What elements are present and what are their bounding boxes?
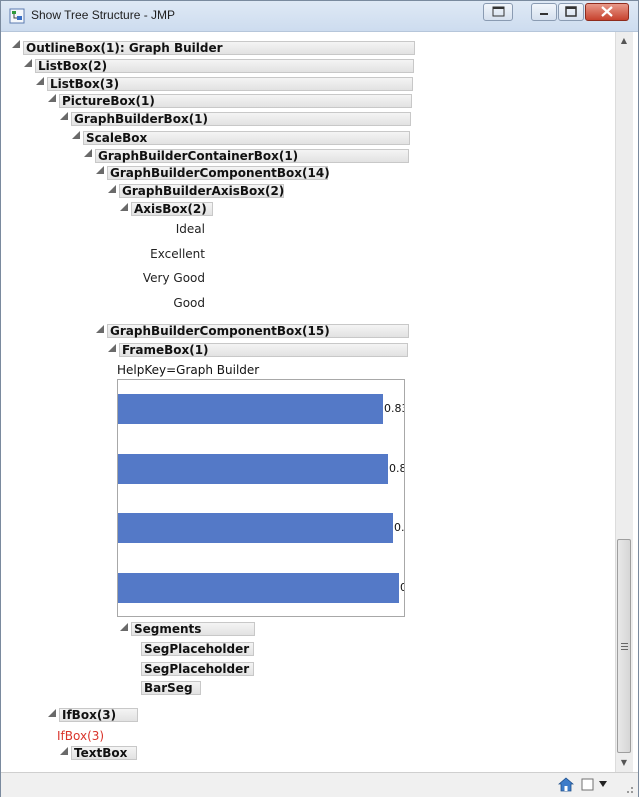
resize-grip-icon[interactable] — [623, 783, 635, 795]
grip-line — [621, 649, 628, 650]
chart-data-label: 0.838 — [384, 402, 404, 415]
disclosure-icon[interactable] — [72, 131, 80, 139]
disclosure-icon[interactable] — [108, 344, 116, 352]
close-button[interactable] — [585, 3, 629, 21]
window-title: Show Tree Structure - JMP — [31, 8, 176, 22]
disclosure-icon[interactable] — [48, 709, 56, 717]
tree-node-segments[interactable]: Segments — [131, 622, 255, 636]
disclosure-icon[interactable] — [36, 77, 44, 85]
dropdown-arrow-icon[interactable] — [598, 780, 608, 788]
axis-box-panel: Ideal Excellent Very Good Good — [129, 217, 211, 317]
title-bar[interactable]: Show Tree Structure - JMP — [1, 1, 638, 32]
grip-line — [621, 646, 628, 647]
disclosure-icon[interactable] — [120, 203, 128, 211]
disclosure-icon[interactable] — [96, 166, 104, 174]
disclosure-icon[interactable] — [96, 325, 104, 333]
window-toggle-icon — [492, 6, 505, 17]
chart-bar — [118, 394, 383, 424]
chart-bar — [118, 454, 388, 484]
tree-node-segplaceholder[interactable]: SegPlaceholder — [141, 662, 254, 676]
chart-data-label: 0.855 — [389, 462, 404, 475]
disclosure-icon[interactable] — [12, 40, 20, 48]
tree-node-segplaceholder[interactable]: SegPlaceholder — [141, 642, 254, 656]
scrollbar-thumb[interactable] — [617, 539, 631, 753]
disclosure-icon[interactable] — [60, 747, 68, 755]
window: Show Tree Structure - JMP OutlineBox(1):… — [0, 0, 639, 797]
chart-data-label: 0.8 — [394, 521, 405, 534]
axis-tick-label: Good — [173, 296, 205, 310]
tree-structure-icon — [9, 8, 25, 24]
tree-node-scalebox[interactable]: ScaleBox — [83, 131, 410, 145]
tree-node-textbox[interactable]: TextBox — [71, 746, 137, 760]
tree-node-graphbuilderaxisbox[interactable]: GraphBuilderAxisBox(2) — [119, 184, 284, 198]
disclosure-icon[interactable] — [48, 94, 56, 102]
tree-node-axisbox[interactable]: AxisBox(2) — [131, 202, 213, 216]
vertical-scrollbar[interactable]: ▲ ▼ — [615, 32, 633, 772]
disclosure-icon[interactable] — [24, 59, 32, 67]
tree-node-listbox-2[interactable]: ListBox(2) — [35, 59, 414, 73]
tree-node-graphbuilderbox[interactable]: GraphBuilderBox(1) — [71, 112, 411, 126]
helpkey-label: HelpKey=Graph Builder — [117, 363, 260, 377]
tree-node-graphbuildercontainerbox[interactable]: GraphBuilderContainerBox(1) — [95, 149, 409, 163]
chart-bar — [118, 513, 393, 543]
minimize-button[interactable] — [531, 3, 557, 21]
axis-tick-label: Excellent — [150, 247, 205, 261]
disclosure-icon[interactable] — [120, 623, 128, 631]
disclosure-icon[interactable] — [60, 112, 68, 120]
disclosure-icon[interactable] — [108, 185, 116, 193]
tree-node-ifbox[interactable]: IfBox(3) — [59, 708, 138, 722]
home-icon[interactable] — [558, 777, 574, 792]
chart-data-label: 0 — [400, 581, 404, 594]
chart-bar — [118, 573, 399, 603]
bar-chart-frame[interactable]: 0.838 0.855 0.8 0 — [117, 379, 405, 617]
scroll-up-icon[interactable]: ▲ — [618, 35, 630, 47]
toolbar-toggle-button[interactable] — [483, 3, 513, 21]
tree-node-barseg[interactable]: BarSeg — [141, 681, 201, 695]
status-bar — [1, 772, 638, 797]
maximize-button[interactable] — [558, 3, 584, 21]
checkbox-icon[interactable] — [581, 778, 595, 791]
axis-tick-label: Very Good — [142, 271, 205, 285]
tree-node-framebox[interactable]: FrameBox(1) — [119, 343, 408, 357]
minimize-icon — [540, 13, 548, 15]
grip-line — [621, 643, 628, 644]
maximize-icon — [565, 6, 577, 17]
scroll-down-icon[interactable]: ▼ — [618, 757, 630, 769]
tree-view[interactable]: OutlineBox(1): Graph Builder ListBox(2) … — [1, 32, 615, 772]
axis-tick-label: Ideal — [175, 222, 205, 236]
tree-node-graphbuildercomponentbox-15[interactable]: GraphBuilderComponentBox(15) — [107, 324, 409, 338]
tree-node-outlinebox[interactable]: OutlineBox(1): Graph Builder — [23, 41, 415, 55]
tree-node-picturebox[interactable]: PictureBox(1) — [59, 94, 412, 108]
close-icon — [601, 6, 613, 17]
tree-node-listbox-3[interactable]: ListBox(3) — [47, 77, 413, 91]
disclosure-icon[interactable] — [84, 149, 92, 157]
ifbox-text: IfBox(3) — [57, 729, 105, 743]
tree-node-graphbuildercomponentbox-14[interactable]: GraphBuilderComponentBox(14) — [107, 166, 330, 180]
